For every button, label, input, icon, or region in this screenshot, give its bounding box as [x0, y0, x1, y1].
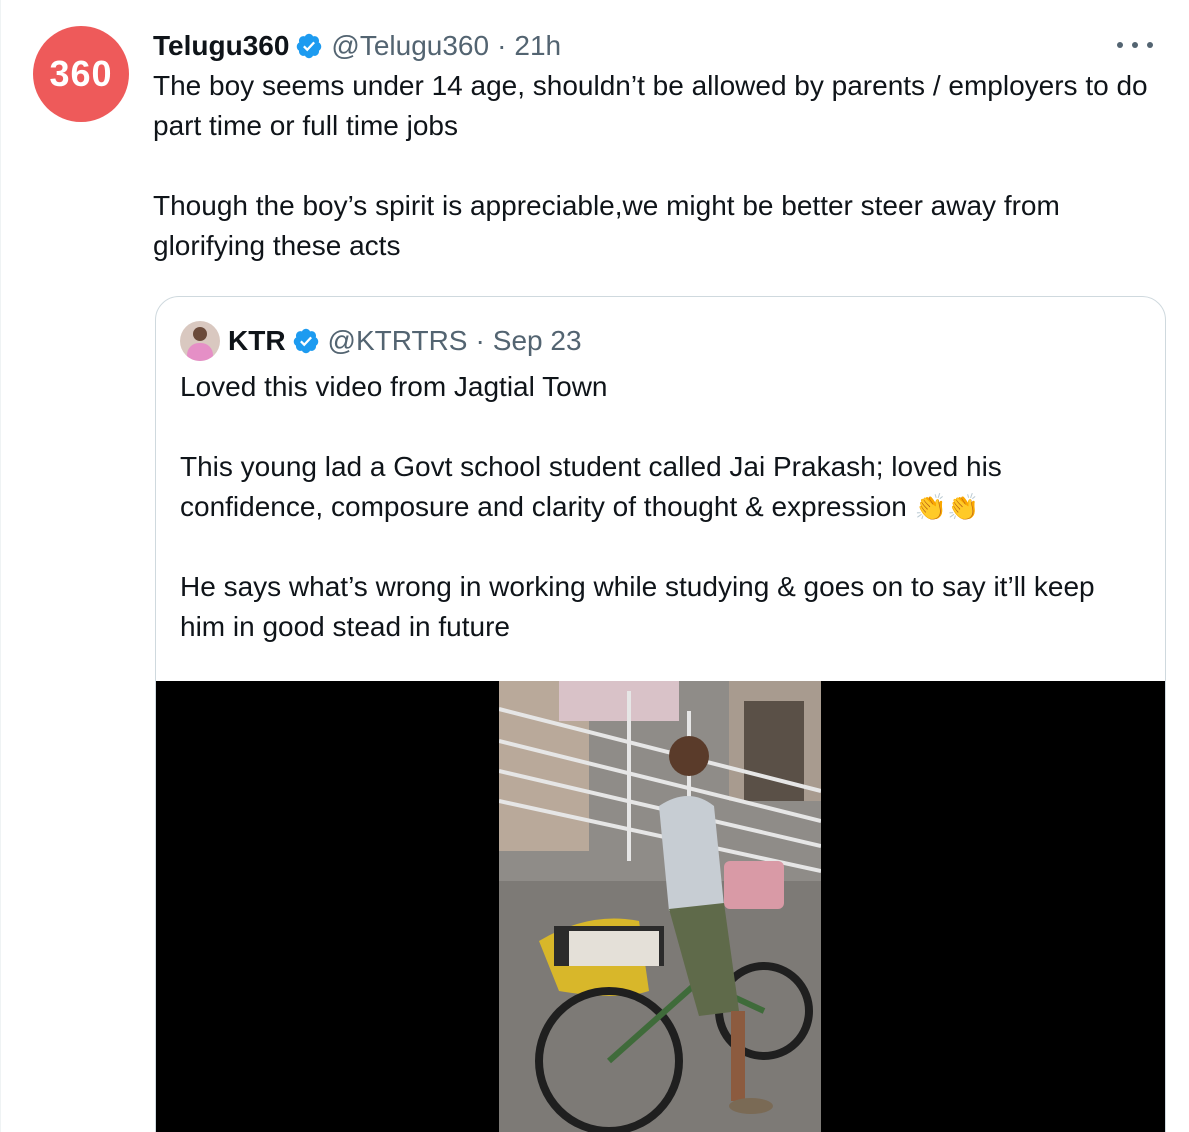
more-options-icon[interactable] — [1117, 38, 1153, 52]
quoted-tweet-card[interactable]: KTR @KTRTRS · Sep 23 Loved this video fr… — [155, 296, 1166, 1132]
quoted-paragraph: He says what’s wrong in working while st… — [180, 571, 1095, 642]
author-handle[interactable]: @Telugu360 — [331, 30, 489, 62]
tweet-page: 360 Telugu360 @Telugu360 · 21h The boy s… — [0, 0, 1189, 1132]
separator-dot: · — [497, 30, 507, 61]
tweet-text: The boy seems under 14 age, shouldn’t be… — [153, 66, 1153, 266]
quoted-author-handle[interactable]: @KTRTRS — [328, 325, 468, 357]
quoted-tweet-text: Loved this video from Jagtial Town This … — [180, 367, 1140, 647]
quoted-author-display-name[interactable]: KTR — [228, 325, 286, 357]
video-frame — [499, 681, 821, 1132]
verified-badge-icon — [295, 32, 323, 60]
quoted-paragraph: Loved this video from Jagtial Town — [180, 371, 608, 402]
tweet-timestamp[interactable]: 21h — [514, 30, 561, 62]
ktr-avatar[interactable] — [180, 321, 220, 361]
quoted-tweet-header: KTR @KTRTRS · Sep 23 — [180, 321, 582, 361]
video-player[interactable] — [156, 681, 1165, 1132]
clapping-hands-emoji: 👏👏 — [914, 492, 980, 522]
verified-badge-icon — [292, 327, 320, 355]
quoted-paragraph: This young lad a Govt school student cal… — [180, 451, 1002, 522]
avatar-logo-text: 360 — [49, 53, 113, 94]
tweet-paragraph: The boy seems under 14 age, shouldn’t be… — [153, 70, 1148, 141]
telugu360-avatar[interactable]: 360 — [33, 26, 129, 122]
tweet-header: Telugu360 @Telugu360 · 21h — [153, 26, 1153, 66]
tweet-paragraph: Though the boy’s spirit is appreciable,w… — [153, 190, 1060, 261]
quoted-tweet-date[interactable]: Sep 23 — [493, 325, 582, 357]
separator-dot: · — [475, 325, 485, 356]
author-display-name[interactable]: Telugu360 — [153, 30, 289, 62]
tweet-body: Telugu360 @Telugu360 · 21h The boy seems… — [153, 26, 1153, 266]
